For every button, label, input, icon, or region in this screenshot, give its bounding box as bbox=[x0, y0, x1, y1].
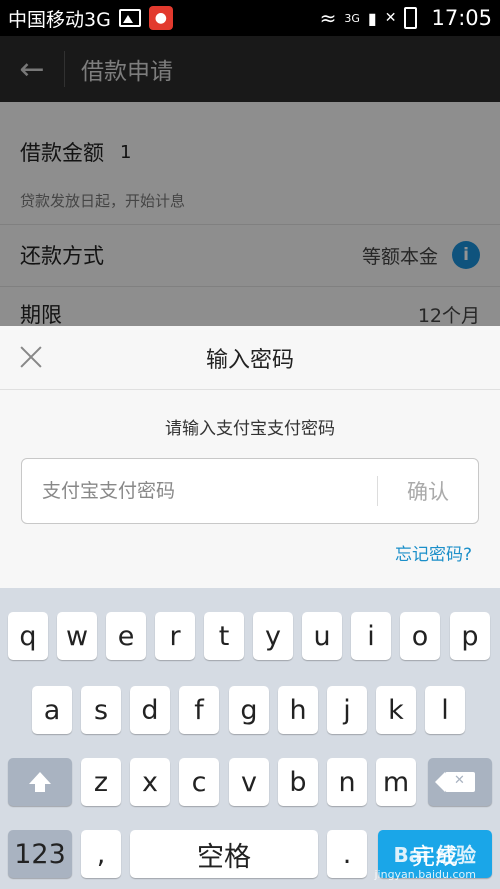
app-notification-icon: ● bbox=[148, 6, 173, 30]
password-input[interactable] bbox=[22, 459, 377, 523]
key-n[interactable]: n bbox=[327, 758, 367, 806]
watermark-url: jingyan.baidu.com bbox=[374, 868, 476, 881]
numbers-key[interactable]: 123 bbox=[8, 830, 72, 878]
key-u[interactable]: u bbox=[302, 612, 342, 660]
dialog-header: 输入密码 bbox=[0, 326, 500, 390]
period-key[interactable]: . bbox=[327, 830, 367, 878]
key-a[interactable]: a bbox=[32, 686, 72, 734]
key-m[interactable]: m bbox=[376, 758, 416, 806]
watermark: Bai 经验 jingyan.baidu.com bbox=[374, 839, 476, 881]
key-c[interactable]: c bbox=[179, 758, 219, 806]
key-w[interactable]: w bbox=[57, 612, 97, 660]
carrier-label: 中国移动3G bbox=[8, 8, 111, 31]
key-q[interactable]: q bbox=[8, 612, 48, 660]
password-dialog: 输入密码 请输入支付宝支付密码 确认 忘记密码? bbox=[0, 326, 500, 588]
key-o[interactable]: o bbox=[400, 612, 440, 660]
soft-keyboard: q w e r t y u i o p a s d f g h j k l z … bbox=[0, 588, 500, 889]
key-k[interactable]: k bbox=[376, 686, 416, 734]
close-icon[interactable] bbox=[16, 342, 46, 372]
key-p[interactable]: p bbox=[450, 612, 490, 660]
key-r[interactable]: r bbox=[155, 612, 195, 660]
key-j[interactable]: j bbox=[327, 686, 367, 734]
key-s[interactable]: s bbox=[81, 686, 121, 734]
shift-icon bbox=[29, 772, 51, 792]
signal2-icon: ✕ bbox=[384, 10, 397, 26]
dialog-prompt: 请输入支付宝支付密码 bbox=[165, 419, 335, 439]
key-t[interactable]: t bbox=[204, 612, 244, 660]
key-l[interactable]: l bbox=[425, 686, 465, 734]
comma-key[interactable]: , bbox=[81, 830, 121, 878]
status-bar: 中国移动3G ● ≈ 3G ▮ ✕ 17:05 bbox=[0, 0, 500, 36]
key-e[interactable]: e bbox=[106, 612, 146, 660]
forgot-password-link[interactable]: 忘记密码? bbox=[395, 540, 472, 565]
backspace-key[interactable] bbox=[428, 758, 492, 806]
image-notification-icon bbox=[118, 9, 141, 27]
backspace-icon bbox=[435, 772, 475, 792]
key-h[interactable]: h bbox=[278, 686, 318, 734]
key-v[interactable]: v bbox=[229, 758, 269, 806]
key-d[interactable]: d bbox=[130, 686, 170, 734]
key-i[interactable]: i bbox=[351, 612, 391, 660]
signal-3g-label: 3G bbox=[344, 11, 360, 25]
key-f[interactable]: f bbox=[179, 686, 219, 734]
confirm-button[interactable]: 确认 bbox=[378, 476, 478, 506]
signal-icon: ▮ bbox=[367, 8, 377, 28]
key-g[interactable]: g bbox=[229, 686, 269, 734]
key-y[interactable]: y bbox=[253, 612, 293, 660]
key-b[interactable]: b bbox=[278, 758, 318, 806]
shift-key[interactable] bbox=[8, 758, 72, 806]
watermark-brand: Bai 经验 bbox=[393, 843, 476, 867]
dialog-title: 输入密码 bbox=[205, 347, 294, 373]
key-z[interactable]: z bbox=[81, 758, 121, 806]
wifi-icon: ≈ bbox=[319, 6, 337, 30]
key-x[interactable]: x bbox=[130, 758, 170, 806]
space-key[interactable]: 空格 bbox=[130, 830, 318, 878]
battery-icon bbox=[404, 7, 418, 29]
clock: 17:05 bbox=[431, 6, 492, 30]
password-box: 确认 bbox=[21, 458, 479, 524]
